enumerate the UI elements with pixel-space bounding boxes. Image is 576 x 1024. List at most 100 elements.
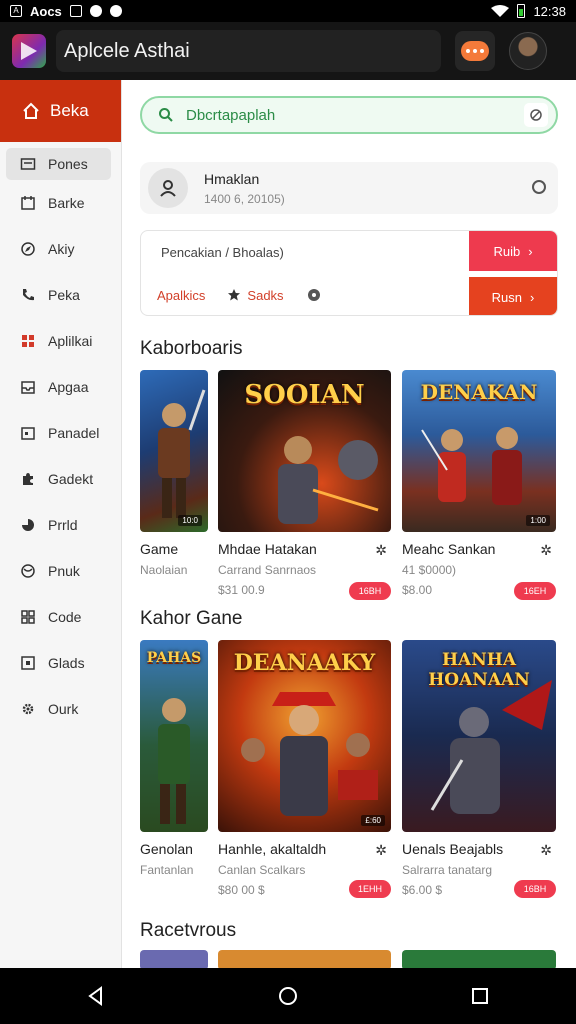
sidebar-list: Pones Barke Akiy Peka Aplilkai Apgaa Pan…	[0, 148, 121, 732]
home-nav-icon[interactable]	[277, 985, 299, 1007]
more-icon[interactable]: ✲	[375, 842, 387, 859]
game-thumbnail[interactable]	[218, 950, 391, 968]
sidebar-item-label: Akiy	[48, 241, 75, 257]
game-subtitle: Naolaian	[140, 563, 188, 577]
sidebar-item-4[interactable]: Aplilkai	[0, 318, 121, 364]
knight-art-icon	[430, 680, 552, 814]
buy-button[interactable]: 1EHH	[349, 880, 391, 898]
more-icon[interactable]: ✲	[540, 542, 552, 559]
home-label: Beka	[50, 101, 89, 120]
user-avatar[interactable]	[509, 32, 547, 70]
game-card[interactable]: DENAKAN 1:00 Meahc Sankan ✲ 41 $0000) $8…	[402, 370, 556, 600]
sidebar-item-7[interactable]: Gadekt	[0, 456, 121, 502]
image-notification-icon	[69, 5, 82, 17]
game-card[interactable]: SOOIAN Mhdae Hatakan ✲ Carrand Sanrnaos …	[218, 370, 391, 600]
buy-button[interactable]: 16EH	[514, 582, 556, 600]
game-title: Game	[140, 541, 179, 557]
sidebar-item-10[interactable]: Code	[0, 594, 121, 640]
game-thumbnail: HANHA HOANAAN	[402, 640, 556, 832]
promo-title: Pencakian / Bhoalas)	[161, 245, 284, 260]
search-bar[interactable]: Dbcrtapaplah	[140, 96, 558, 134]
promo-chip-label: Apalkics	[157, 287, 206, 303]
sidebar-item-8[interactable]: Prrld	[0, 502, 121, 548]
sidebar: Beka Pones Barke Akiy Peka Aplilkai Apga…	[0, 80, 122, 968]
promo-chip-apps[interactable]: Apalkics	[157, 288, 205, 303]
back-icon[interactable]	[85, 985, 107, 1007]
sidebar-item-label: Panadel	[48, 425, 100, 441]
sidebar-item-1[interactable]: Barke	[0, 180, 121, 226]
wifi-icon	[491, 5, 510, 17]
buy-button[interactable]: 16BH	[349, 582, 391, 600]
apps-icon	[21, 610, 35, 624]
warrior-art-icon	[158, 698, 190, 824]
promo-chip-label: Sadks	[247, 287, 284, 303]
game-title: Genolan	[140, 841, 193, 857]
search-input[interactable]: Dbcrtapaplah	[186, 107, 275, 124]
warrior-art-icon	[241, 692, 378, 816]
app-logo-icon[interactable]	[12, 34, 46, 68]
game-card[interactable]: PAHAS Genolan Fantanlan	[140, 640, 208, 877]
section-title: Kahor Gane	[140, 608, 243, 629]
game-thumbnail[interactable]	[140, 950, 208, 968]
voice-icon	[530, 109, 542, 121]
compass-icon	[21, 242, 35, 256]
game-subtitle: Canlan Scalkars	[218, 863, 306, 877]
account-card[interactable]: Hmaklan 1400 6, 20105)	[140, 162, 558, 214]
promo-secondary-button[interactable]: Rusn ›	[469, 277, 557, 315]
square-icon	[21, 656, 35, 670]
game-card[interactable]: HANHA HOANAAN Uenals Beajabls ✲ Salrarra…	[402, 640, 556, 898]
sidebar-item-label: Pnuk	[48, 563, 80, 579]
grid-icon	[22, 335, 34, 347]
app-title: Aplcele Asthai	[64, 39, 190, 62]
game-title: Meahc Sankan	[402, 541, 496, 557]
game-badge: 10:0	[178, 515, 202, 526]
refresh-icon[interactable]	[532, 180, 546, 194]
sidebar-home-tab[interactable]: Beka	[0, 80, 121, 142]
calendar-icon	[21, 427, 35, 440]
sidebar-item-9[interactable]: Pnuk	[0, 548, 121, 594]
warrior-art-icon	[278, 436, 379, 524]
calendar-icon	[21, 196, 35, 210]
recents-icon[interactable]	[469, 985, 491, 1007]
status-left-text: Aocs	[30, 3, 62, 19]
star-icon	[228, 289, 241, 301]
sidebar-item-label: Barke	[48, 195, 85, 211]
more-icon[interactable]: ✲	[375, 542, 387, 559]
sidebar-item-label: Apgaa	[48, 379, 89, 395]
warrior-art-icon	[158, 389, 206, 518]
buy-button[interactable]: 16BH	[514, 880, 556, 898]
status-bar: A Aocs 12:38	[0, 0, 576, 22]
game-thumbnail[interactable]	[402, 950, 556, 968]
tag-icon[interactable]	[306, 287, 322, 303]
game-subtitle: Fantanlan	[140, 863, 194, 877]
notification-a-icon: A	[10, 5, 22, 17]
sidebar-item-0[interactable]: Pones	[6, 148, 111, 180]
promo-card: Pencakian / Bhoalas) Apalkics Sadks Ruib…	[140, 230, 558, 316]
promo-chip-sadks[interactable]: Sadks	[227, 287, 284, 303]
sidebar-item-3[interactable]: Peka	[0, 272, 121, 318]
game-thumbnail: SOOIAN	[218, 370, 391, 532]
chat-button[interactable]	[455, 31, 495, 71]
sidebar-item-12[interactable]: Ourk	[0, 686, 121, 732]
section-title: Racetvrous	[140, 920, 237, 941]
game-card[interactable]: 10:0 Game Naolaian	[140, 370, 208, 577]
app-title-field[interactable]: Aplcele Asthai	[56, 30, 441, 72]
folder-icon	[20, 158, 36, 170]
sidebar-item-5[interactable]: Apgaa	[0, 364, 121, 410]
section-title: Kaborboaris	[140, 338, 243, 359]
game-card[interactable]: DEANAAKY £:60 Hanhle, akaltaldh ✲ Canlan…	[218, 640, 391, 898]
sidebar-item-11[interactable]: Glads	[0, 640, 121, 686]
sidebar-item-label: Aplilkai	[48, 333, 93, 349]
sidebar-item-2[interactable]: Akiy	[0, 226, 121, 272]
status-time: 12:38	[533, 3, 566, 19]
sidebar-item-label: Pones	[48, 156, 88, 172]
sidebar-item-6[interactable]: Panadel	[0, 410, 121, 456]
promo-primary-button[interactable]: Ruib ›	[469, 231, 557, 271]
more-icon[interactable]: ✲	[540, 842, 552, 859]
inbox-icon	[21, 381, 35, 394]
voice-search-button[interactable]	[524, 103, 548, 127]
pie-icon	[22, 519, 34, 531]
sidebar-item-label: Glads	[48, 655, 85, 671]
game-thumbnail: DEANAAKY £:60	[218, 640, 391, 832]
account-avatar	[148, 168, 188, 208]
